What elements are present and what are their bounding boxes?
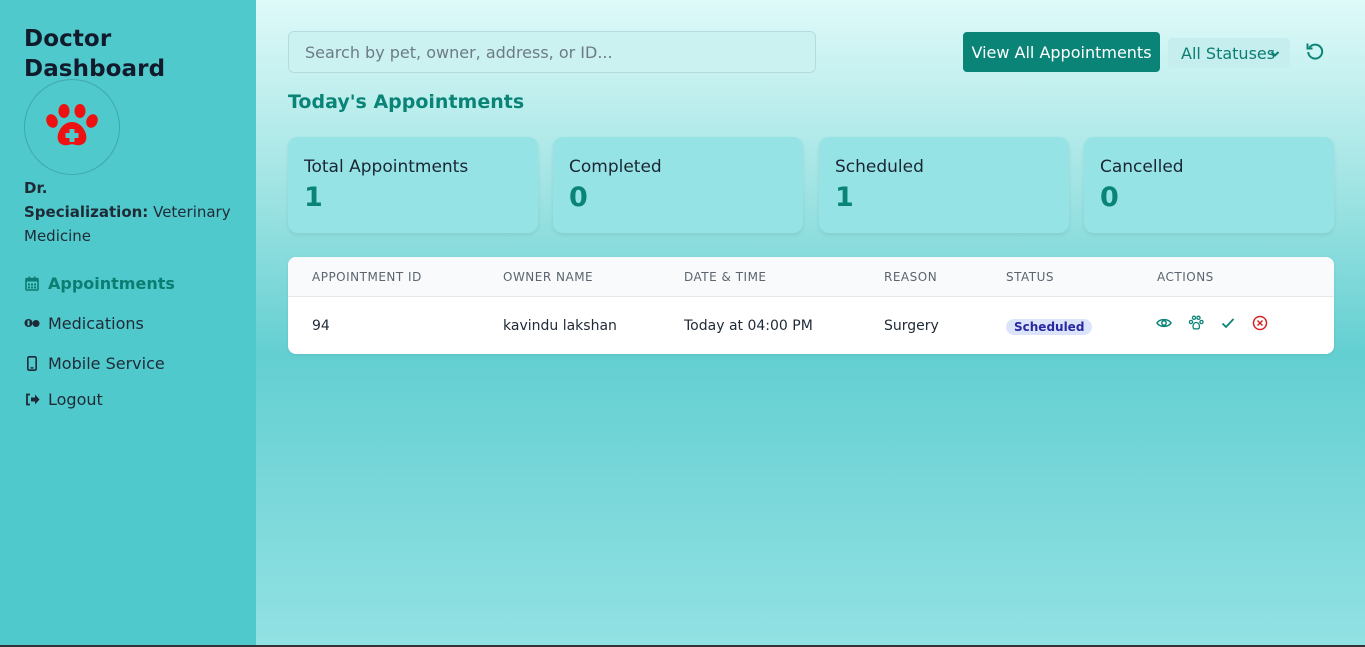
status-filter-select[interactable]: All Statuses — [1168, 38, 1290, 68]
logout-icon — [24, 391, 40, 407]
stat-label: Cancelled — [1100, 157, 1184, 177]
column-header: DATE & TIME — [684, 270, 767, 284]
stat-card-scheduled: Scheduled 1 — [819, 137, 1069, 233]
chevron-down-icon — [1270, 46, 1280, 65]
doctor-name: Dr. — [24, 179, 48, 197]
cancel-circle-icon — [1252, 315, 1268, 331]
sidebar: Doctor Dashboard Dr. Specialization: Vet… — [0, 0, 256, 645]
stat-value: 0 — [1100, 182, 1119, 213]
sidebar-item-label: Logout — [48, 389, 103, 409]
complete-button[interactable] — [1219, 314, 1237, 332]
check-icon — [1221, 318, 1235, 329]
column-header: STATUS — [1006, 270, 1055, 284]
pills-icon — [24, 315, 40, 331]
sidebar-item-logout[interactable]: Logout — [24, 386, 103, 412]
column-header: OWNER NAME — [503, 270, 594, 284]
column-header: ACTIONS — [1157, 270, 1214, 284]
stat-value: 1 — [835, 182, 854, 213]
cell-reason: Surgery — [884, 318, 939, 334]
sidebar-item-label: Mobile Service — [48, 353, 165, 373]
stat-card-cancelled: Cancelled 0 — [1084, 137, 1334, 233]
status-badge: Scheduled — [1006, 319, 1093, 335]
cancel-button[interactable] — [1251, 314, 1269, 332]
paw-logo-icon — [46, 104, 98, 146]
refresh-button[interactable] — [1305, 41, 1327, 63]
eye-icon — [1156, 318, 1172, 328]
pet-details-button[interactable] — [1187, 314, 1205, 332]
column-header: REASON — [884, 270, 938, 284]
paw-icon — [1188, 315, 1204, 330]
status-filter-value: All Statuses — [1181, 43, 1276, 63]
sidebar-item-label: Medications — [48, 313, 144, 333]
specialization-label: Specialization: — [24, 203, 149, 221]
column-header: APPOINTMENT ID — [312, 270, 422, 284]
calendar-icon — [24, 275, 40, 291]
stat-card-completed: Completed 0 — [553, 137, 803, 233]
main-content: View All Appointments All Statuses Today… — [256, 0, 1365, 645]
view-button[interactable] — [1155, 314, 1173, 332]
appointments-table: APPOINTMENT ID OWNER NAME DATE & TIME RE… — [288, 257, 1334, 354]
stat-label: Scheduled — [835, 157, 924, 177]
stat-value: 0 — [569, 182, 588, 213]
cell-owner-name: kavindu lakshan — [503, 318, 617, 334]
cell-appointment-id: 94 — [312, 318, 330, 334]
search-input[interactable] — [288, 31, 816, 73]
app-title: Doctor Dashboard — [24, 26, 166, 82]
stat-label: Completed — [569, 157, 662, 177]
sidebar-item-mobile-service[interactable]: Mobile Service — [24, 350, 165, 376]
stat-value: 1 — [304, 182, 323, 213]
table-header: APPOINTMENT ID OWNER NAME DATE & TIME RE… — [288, 257, 1334, 297]
mobile-icon — [24, 355, 40, 371]
sidebar-item-medications[interactable]: Medications — [24, 310, 144, 336]
cell-date-time: Today at 04:00 PM — [684, 318, 813, 334]
avatar — [24, 79, 120, 175]
view-all-appointments-button[interactable]: View All Appointments — [963, 32, 1160, 72]
stat-card-total: Total Appointments 1 — [288, 137, 538, 233]
doctor-info: Dr. Specialization: Veterinary Medicine — [24, 176, 234, 248]
stat-label: Total Appointments — [304, 157, 469, 177]
section-title: Today's Appointments — [288, 91, 525, 113]
sidebar-item-appointments[interactable]: Appointments — [24, 270, 175, 296]
sidebar-item-label: Appointments — [48, 273, 175, 293]
refresh-icon — [1306, 43, 1324, 60]
